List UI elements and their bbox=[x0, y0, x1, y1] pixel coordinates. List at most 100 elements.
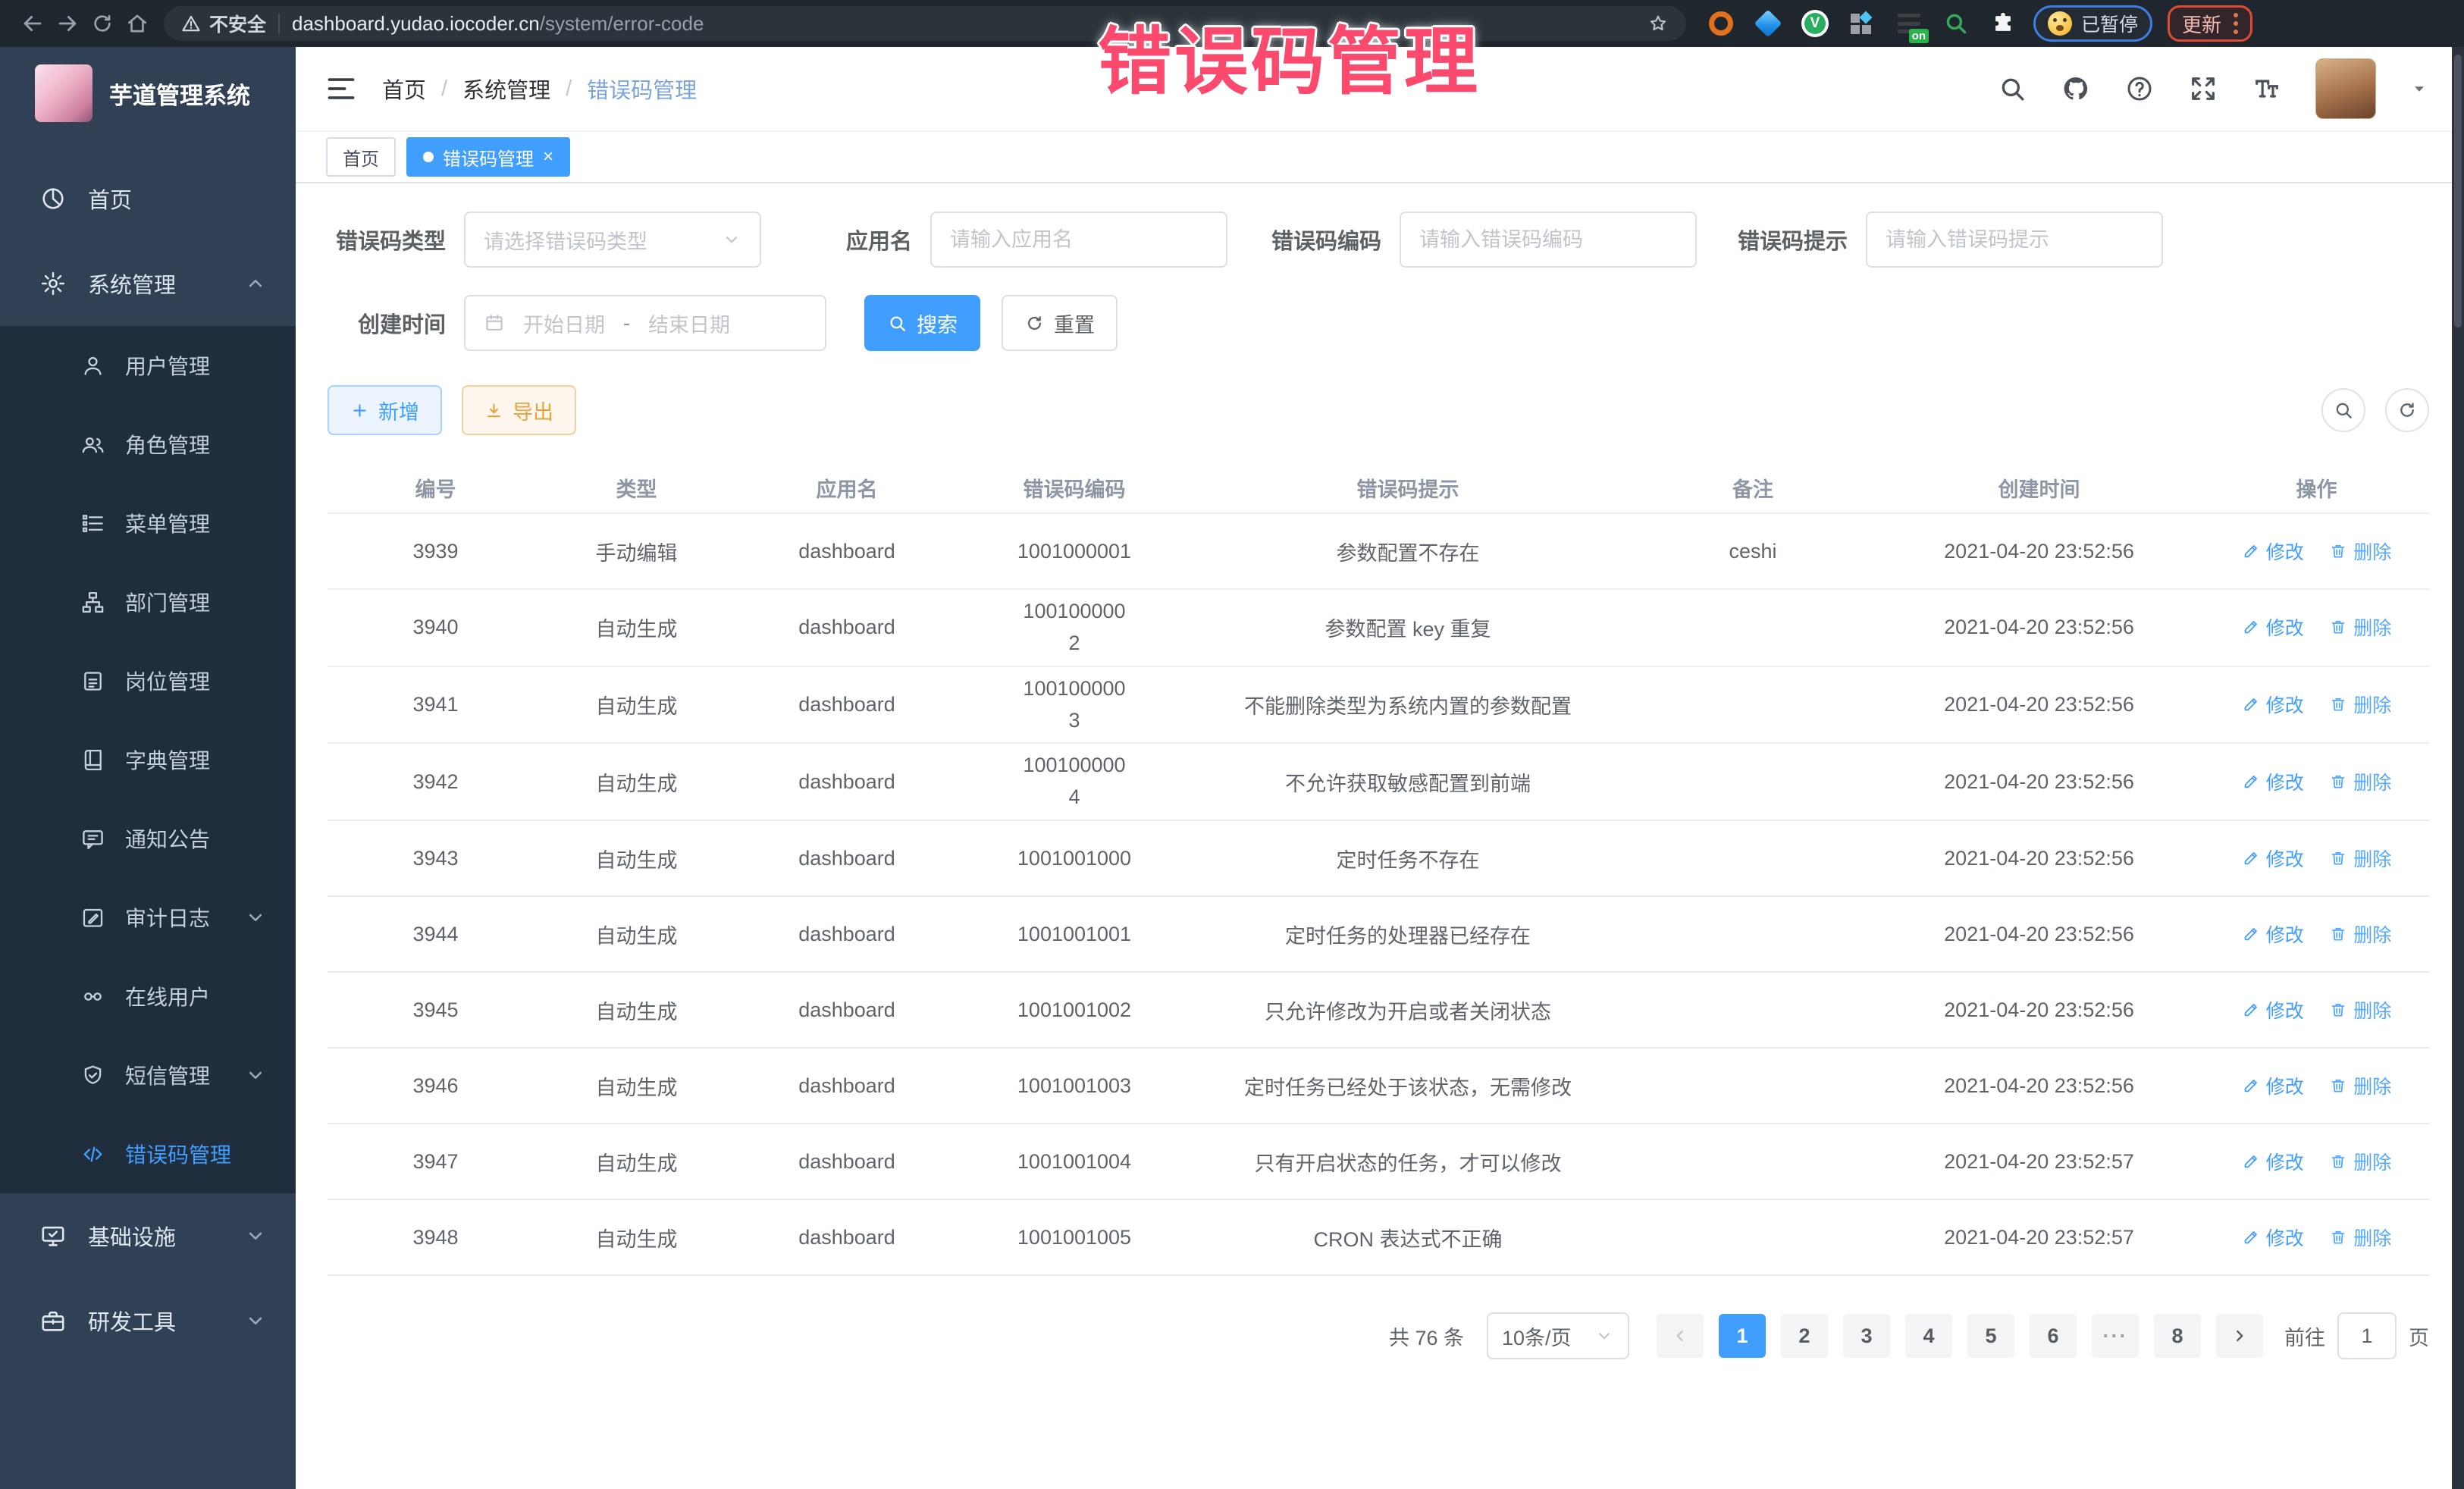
browser-home-button[interactable] bbox=[120, 6, 155, 41]
tab-home[interactable]: 首页 bbox=[326, 137, 396, 177]
edit-link[interactable]: 修改 bbox=[2242, 538, 2304, 565]
delete-link[interactable]: 删除 bbox=[2329, 538, 2391, 565]
sidebar-item[interactable]: 岗位管理 bbox=[0, 641, 296, 720]
cell-code: 1001001004 bbox=[964, 1150, 1184, 1174]
browser-forward-button[interactable] bbox=[50, 6, 85, 41]
error-hint-input[interactable] bbox=[1866, 212, 2163, 268]
sidebar-item[interactable]: 菜单管理 bbox=[0, 484, 296, 563]
kebab-menu-icon[interactable] bbox=[2234, 13, 2238, 34]
extension-magnifier-icon[interactable] bbox=[1941, 8, 1971, 39]
next-page-button[interactable] bbox=[2216, 1314, 2263, 1358]
page-button[interactable]: ··· bbox=[2092, 1314, 2139, 1358]
table-row: 3947 自动生成 dashboard 1001001004 只有开启状态的任务… bbox=[328, 1124, 2429, 1200]
sidebar-item[interactable]: 首页 bbox=[0, 156, 296, 241]
sidebar-item[interactable]: 基础设施 bbox=[0, 1193, 296, 1278]
browser-back-button[interactable] bbox=[15, 6, 50, 41]
bookmark-star-button[interactable] bbox=[1647, 12, 1669, 35]
edit-link[interactable]: 修改 bbox=[2242, 691, 2304, 718]
edit-link[interactable]: 修改 bbox=[2242, 920, 2304, 948]
page-button[interactable]: 6 bbox=[2030, 1314, 2077, 1358]
date-range-picker[interactable]: 开始日期 - 结束日期 bbox=[464, 295, 826, 351]
browser-reload-button[interactable] bbox=[85, 6, 120, 41]
sidebar-item[interactable]: 在线用户 bbox=[0, 957, 296, 1036]
delete-link[interactable]: 删除 bbox=[2329, 613, 2391, 641]
reset-button[interactable]: 重置 bbox=[1002, 295, 1118, 351]
close-icon[interactable]: × bbox=[543, 148, 553, 166]
refresh-table-button[interactable] bbox=[2385, 388, 2429, 432]
delete-link[interactable]: 删除 bbox=[2329, 691, 2391, 718]
sidebar-item[interactable]: 用户管理 bbox=[0, 326, 296, 405]
edit-link[interactable]: 修改 bbox=[2242, 1148, 2304, 1175]
page-button[interactable]: 5 bbox=[1967, 1314, 2014, 1358]
delete-link[interactable]: 删除 bbox=[2329, 1148, 2391, 1175]
extensions-puzzle-icon[interactable] bbox=[1988, 8, 2018, 39]
sidebar-item[interactable]: 部门管理 bbox=[0, 563, 296, 641]
search-icon[interactable] bbox=[1997, 74, 2027, 104]
goto-page-input[interactable] bbox=[2337, 1312, 2397, 1359]
scrollbar-thumb[interactable] bbox=[2454, 55, 2462, 328]
sidebar-item[interactable]: 通知公告 bbox=[0, 799, 296, 878]
sidebar-item[interactable]: 角色管理 bbox=[0, 405, 296, 484]
caret-down-icon[interactable] bbox=[2409, 79, 2429, 99]
page-button[interactable]: 3 bbox=[1843, 1314, 1890, 1358]
error-code-input[interactable] bbox=[1400, 212, 1697, 268]
sidebar-item[interactable]: 研发工具 bbox=[0, 1278, 296, 1363]
sidebar-item[interactable]: 短信管理 bbox=[0, 1036, 296, 1114]
edit-link[interactable]: 修改 bbox=[2242, 1072, 2304, 1099]
tab-error-code[interactable]: 错误码管理 × bbox=[406, 137, 570, 177]
paused-extension-pill[interactable]: 已暂停 bbox=[2033, 5, 2152, 42]
browser-update-button[interactable]: 更新 bbox=[2168, 5, 2252, 42]
sidebar-item[interactable]: 系统管理 bbox=[0, 241, 296, 326]
error-type-select[interactable]: 请选择错误码类型 bbox=[464, 212, 761, 268]
breadcrumb-item[interactable]: 系统管理 bbox=[462, 73, 550, 105]
extension-target-icon[interactable] bbox=[1706, 8, 1736, 39]
delete-link[interactable]: 删除 bbox=[2329, 920, 2391, 948]
fullscreen-icon[interactable] bbox=[2188, 74, 2218, 104]
page-button[interactable]: 8 bbox=[2154, 1314, 2201, 1358]
prev-page-button[interactable] bbox=[1657, 1314, 1704, 1358]
add-button[interactable]: 新增 bbox=[328, 385, 442, 435]
sidebar-item[interactable]: 错误码管理 bbox=[0, 1114, 296, 1193]
page-button[interactable]: 4 bbox=[1905, 1314, 1952, 1358]
extension-gem-icon[interactable] bbox=[1753, 8, 1783, 39]
extension-v-icon[interactable]: V bbox=[1800, 8, 1830, 39]
export-button[interactable]: 导出 bbox=[462, 385, 576, 435]
edit-pencil-icon bbox=[2242, 1077, 2260, 1095]
sidebar-item-label: 系统管理 bbox=[88, 268, 176, 299]
cell-created: 2021-04-20 23:52:57 bbox=[1874, 1226, 2204, 1249]
toggle-search-button[interactable] bbox=[2321, 388, 2365, 432]
edit-link[interactable]: 修改 bbox=[2242, 1224, 2304, 1251]
edit-link[interactable]: 修改 bbox=[2242, 613, 2304, 641]
page-button[interactable]: 1 bbox=[1719, 1314, 1766, 1358]
font-size-icon[interactable] bbox=[2252, 74, 2282, 104]
edit-link[interactable]: 修改 bbox=[2242, 996, 2304, 1023]
edit-link[interactable]: 修改 bbox=[2242, 845, 2304, 872]
delete-link[interactable]: 删除 bbox=[2329, 1072, 2391, 1099]
edit-pencil-icon bbox=[2242, 542, 2260, 560]
scrollbar[interactable] bbox=[2452, 47, 2464, 1489]
hamburger-icon[interactable] bbox=[324, 72, 358, 105]
sidebar-item[interactable]: 字典管理 bbox=[0, 720, 296, 799]
page-list: 1 2 3 4 5 6 ··· 8 bbox=[1711, 1314, 2209, 1358]
breadcrumb-item[interactable]: 首页 bbox=[382, 73, 426, 105]
search-button[interactable]: 搜索 bbox=[864, 295, 980, 351]
cell-id: 3947 bbox=[328, 1150, 544, 1174]
edit-pencil-icon bbox=[2242, 925, 2260, 943]
security-chip[interactable]: 不安全 bbox=[180, 10, 266, 37]
sidebar-item[interactable]: 审计日志 bbox=[0, 878, 296, 957]
page-button[interactable]: 2 bbox=[1781, 1314, 1828, 1358]
github-icon[interactable] bbox=[2061, 74, 2091, 104]
extension-list-icon[interactable]: on bbox=[1894, 8, 1924, 39]
edit-pencil-icon bbox=[2242, 773, 2260, 791]
delete-link[interactable]: 删除 bbox=[2329, 768, 2391, 795]
delete-link[interactable]: 删除 bbox=[2329, 845, 2391, 872]
edit-link[interactable]: 修改 bbox=[2242, 768, 2304, 795]
page-size-select[interactable]: 10条/页 bbox=[1487, 1312, 1629, 1359]
help-icon[interactable] bbox=[2124, 74, 2155, 104]
user-avatar[interactable] bbox=[2315, 58, 2376, 119]
delete-link[interactable]: 删除 bbox=[2329, 1224, 2391, 1251]
extension-grid-icon[interactable] bbox=[1847, 8, 1877, 39]
app-name-input[interactable] bbox=[930, 212, 1227, 268]
table-row: 3943 自动生成 dashboard 1001001000 定时任务不存在 2… bbox=[328, 821, 2429, 897]
delete-link[interactable]: 删除 bbox=[2329, 996, 2391, 1023]
